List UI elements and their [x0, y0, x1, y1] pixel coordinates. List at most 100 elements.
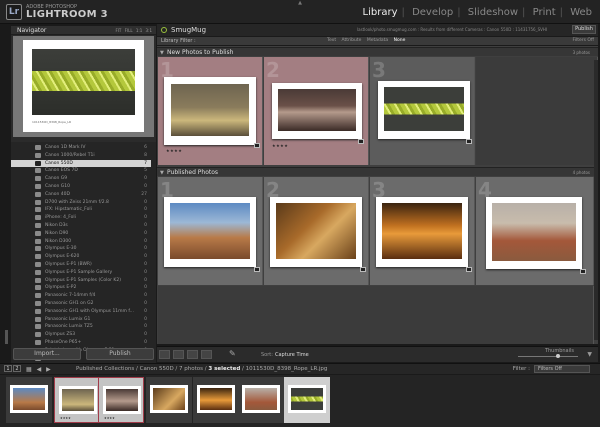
filmstrip-thumb[interactable]: ★★★★ — [98, 377, 144, 423]
collection-row[interactable]: IFX: Hipstamatic_Foli 0 — [11, 206, 151, 213]
secondary-window-buttons: 12 — [4, 365, 22, 372]
thumbnail-size-slider[interactable] — [518, 356, 578, 357]
collection-label: Olympus ZS3 — [45, 332, 76, 338]
loupe-view-icon[interactable] — [173, 350, 184, 359]
star-rating[interactable]: ★★★★ — [60, 416, 71, 420]
filmstrip-thumb[interactable] — [6, 377, 52, 423]
collection-count: 0 — [144, 340, 147, 345]
grid-cell[interactable]: 1 ★★★★ — [158, 57, 263, 165]
filter-metadata[interactable]: Metadata — [367, 38, 388, 43]
filmstrip-thumb[interactable] — [146, 377, 192, 423]
grid-view-icon[interactable] — [159, 350, 170, 359]
back-arrow-icon[interactable]: ◀ — [37, 366, 42, 373]
collection-row[interactable]: PhaseOne P65+ 0 — [11, 339, 151, 346]
grid-cell[interactable]: 2 ★★★★ — [264, 57, 369, 165]
grid-cell[interactable]: 1 — [158, 177, 263, 285]
photo-thumbnail[interactable] — [378, 81, 470, 139]
collection-row[interactable]: Olympus ZS3 0 — [11, 331, 151, 338]
collapse-top-arrow-icon[interactable]: ▲ — [296, 0, 304, 6]
collection-icon — [35, 277, 41, 283]
collection-row[interactable]: Olympus E-P1 Samples (Color K2) 0 — [11, 277, 151, 284]
filmstrip-thumb[interactable]: ★★★★ — [54, 377, 100, 423]
collection-row[interactable]: Nikon D300 0 — [11, 238, 151, 245]
navigator-zoom-options[interactable]: FIT FILL 1:1 3:1 — [115, 28, 152, 33]
star-rating[interactable]: ★★★★ — [166, 148, 182, 153]
collection-row[interactable]: Canon 40D 27 — [11, 191, 151, 198]
toolbar-menu-icon[interactable]: ▼ — [587, 351, 592, 358]
collection-row[interactable]: Nikon D3s 0 — [11, 222, 151, 229]
filmstrip-source-path[interactable]: Published Collections / Canon 550D / 7 p… — [76, 366, 327, 372]
collection-row[interactable]: Nikon D90 0 — [11, 230, 151, 237]
sort-dropdown[interactable]: Capture Time — [275, 352, 309, 358]
filter-text[interactable]: Text — [327, 38, 336, 43]
photo-thumbnail[interactable] — [486, 197, 582, 269]
forward-arrow-icon[interactable]: ▶ — [46, 366, 51, 373]
import-button[interactable]: Import... — [13, 348, 81, 360]
photo-thumbnail[interactable] — [272, 83, 362, 139]
grid-cell[interactable]: 3 — [370, 177, 475, 285]
filters-off-dropdown[interactable]: Filters Off — [572, 38, 594, 43]
photo-thumbnail[interactable] — [164, 197, 256, 267]
disclosure-triangle-icon[interactable]: ▼ — [160, 170, 164, 176]
filmstrip-thumb[interactable] — [284, 377, 330, 423]
section-published-photos-header[interactable]: ▼ Published Photos 4 photos — [157, 167, 598, 176]
navigator-header[interactable]: Navigator FIT FILL 1:1 3:1 — [11, 26, 156, 35]
module-slideshow[interactable]: Slideshow — [468, 7, 518, 18]
collection-row[interactable]: Canon G9 0 — [11, 175, 151, 182]
grid-scrollbar[interactable] — [594, 60, 598, 340]
filter-attribute[interactable]: Attribute — [342, 38, 362, 43]
star-rating[interactable]: ★★★★ — [104, 416, 115, 420]
module-web[interactable]: Web — [570, 7, 592, 18]
module-print[interactable]: Print — [533, 7, 556, 18]
filmstrip-thumb[interactable] — [238, 377, 284, 423]
filmstrip-thumb[interactable] — [193, 377, 239, 423]
collection-row[interactable]: Olympus E-P1 Sample Gallery 0 — [11, 269, 151, 276]
survey-view-icon[interactable] — [201, 350, 212, 359]
module-library[interactable]: Library — [363, 7, 398, 18]
collection-row[interactable]: iPhone: 4_Foli 0 — [11, 214, 151, 221]
grid-icon[interactable]: ▦ — [26, 366, 32, 373]
thumbnail-slider-knob[interactable] — [556, 354, 560, 358]
library-filter-bar: Library Filter : Text Attribute Metadata… — [157, 37, 598, 45]
collection-row[interactable]: Panasonic 7-14mm f/4 0 — [11, 292, 151, 299]
collection-row[interactable]: Canon EOS 7D 5 — [11, 167, 151, 174]
collection-row[interactable]: Canon G10 0 — [11, 183, 151, 190]
publish-button[interactable]: Publish — [86, 348, 154, 360]
collection-row[interactable]: Panasonic Lumix TZ5 0 — [11, 323, 151, 330]
collection-row[interactable]: Canon 550D 7 — [11, 159, 151, 167]
window-2-button[interactable]: 2 — [13, 365, 21, 372]
collection-row[interactable]: Olympus E-P2 0 — [11, 284, 151, 291]
collection-row[interactable]: Olympus E-P1 (BWR) 0 — [11, 261, 151, 268]
collection-row[interactable]: Panasonic GH1 on G2 0 — [11, 300, 151, 307]
star-rating[interactable]: ★★★★ — [272, 143, 288, 148]
collection-row[interactable]: Panasonic Lumix G1 0 — [11, 316, 151, 323]
collection-row[interactable]: Olympus E-620 0 — [11, 253, 151, 260]
collection-row[interactable]: Olympus E-30 0 — [11, 245, 151, 252]
section-new-photos-header[interactable]: ▼ New Photos to Publish 3 photos — [157, 47, 598, 56]
collection-label: D700 with Zeiss 21mm f/2.8 — [45, 199, 109, 205]
collection-row[interactable]: Canon 1D Mark IV 6 — [11, 144, 151, 151]
collection-count: 8 — [144, 152, 147, 158]
grid-cell[interactable]: 3 — [370, 57, 475, 165]
collection-count: 0 — [144, 238, 147, 244]
publish-top-button[interactable]: Publish — [572, 25, 596, 34]
collection-icon — [35, 340, 41, 345]
module-develop[interactable]: Develop — [412, 7, 453, 18]
filter-none[interactable]: None — [394, 38, 406, 43]
collection-count: 0 — [144, 246, 147, 252]
navigator-preview[interactable]: 1011530D_8398_Rope_LR — [13, 36, 154, 137]
grid-cell[interactable]: 4 — [476, 177, 594, 285]
disclosure-triangle-icon[interactable]: ▼ — [160, 50, 164, 56]
filmstrip-filter-dropdown[interactable]: Filters Off — [534, 365, 590, 373]
collection-row[interactable]: Canon 1000/Rebel T1i 8 — [11, 152, 151, 159]
painter-icon[interactable]: ✎ — [229, 350, 236, 359]
photo-thumbnail[interactable] — [164, 77, 256, 145]
photo-thumbnail[interactable] — [376, 197, 468, 267]
left-panel-scrollbar[interactable] — [5, 330, 8, 344]
photo-thumbnail[interactable] — [270, 197, 362, 267]
collection-row[interactable]: D700 with Zeiss 21mm f/2.8 0 — [11, 199, 151, 206]
window-1-button[interactable]: 1 — [4, 365, 12, 372]
grid-cell[interactable]: 2 — [264, 177, 369, 285]
compare-view-icon[interactable] — [187, 350, 198, 359]
collection-row[interactable]: Panasonic GH1 with Olympus 11mm f... 0 — [11, 308, 151, 315]
